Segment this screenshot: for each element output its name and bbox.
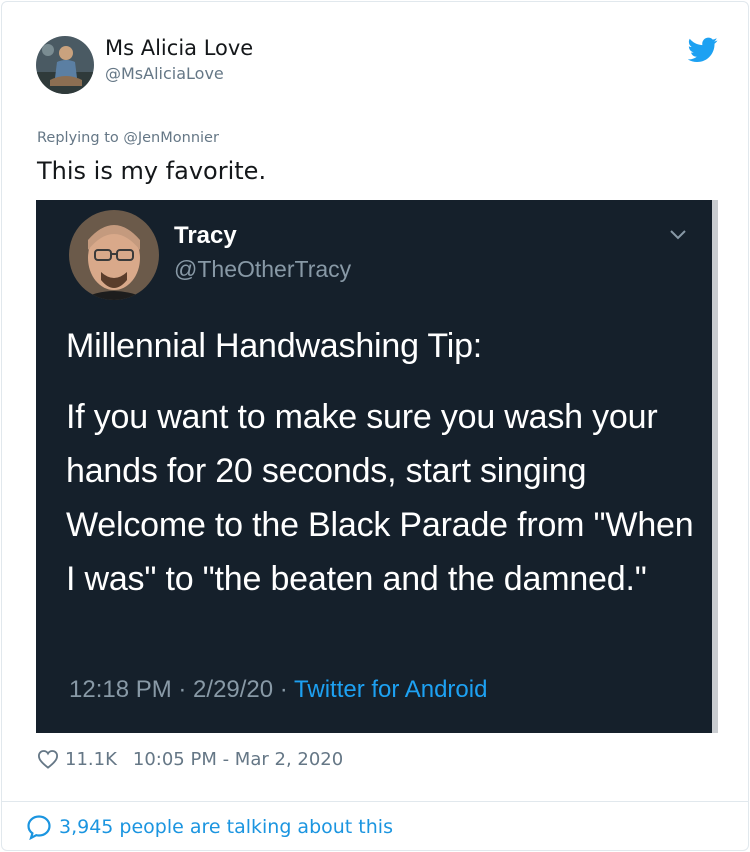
footer-divider [2, 801, 748, 802]
twitter-bird-icon[interactable] [688, 37, 718, 63]
embedded-time: 12:18 PM · 2/29/20 · [69, 676, 295, 703]
conversation-count[interactable]: 3,945 people are talking about this [59, 816, 393, 838]
tweet-stats: 11.1K 10:05 PM - Mar 2, 2020 [37, 746, 343, 772]
author-handle[interactable]: @MsAliciaLove [105, 64, 224, 83]
embedded-tweet-screenshot[interactable]: Tracy @TheOtherTracy Millennial Handwash… [36, 200, 718, 733]
embedded-body: If you want to make sure you wash your h… [66, 398, 694, 598]
replying-prefix: Replying to [37, 130, 119, 146]
embedded-author-name: Tracy [174, 222, 237, 249]
embedded-source: Twitter for Android [294, 676, 488, 703]
author-name[interactable]: Ms Alicia Love [105, 36, 253, 60]
chevron-down-icon [670, 230, 686, 240]
conversation-link[interactable]: 3,945 people are talking about this [26, 814, 393, 840]
screenshot-edge [712, 200, 718, 733]
speech-bubble-icon [27, 815, 51, 840]
embedded-meta: 12:18 PM · 2/29/20 · Twitter for Android [69, 676, 487, 704]
tweet-card: Ms Alicia Love @MsAliciaLove Replying to… [1, 1, 749, 851]
replying-mention[interactable]: @JenMonnier [123, 130, 219, 146]
embedded-heading: Millennial Handwashing Tip: [66, 327, 483, 365]
embedded-author-handle: @TheOtherTracy [174, 256, 352, 282]
replying-to: Replying to @JenMonnier [37, 130, 219, 146]
heart-icon[interactable] [37, 749, 59, 769]
tweet-text: This is my favorite. [37, 157, 267, 185]
author-avatar[interactable] [36, 36, 94, 94]
tweet-timestamp[interactable]: 10:05 PM - Mar 2, 2020 [133, 749, 343, 770]
like-count[interactable]: 11.1K [65, 749, 117, 770]
embedded-author-avatar [69, 210, 159, 300]
